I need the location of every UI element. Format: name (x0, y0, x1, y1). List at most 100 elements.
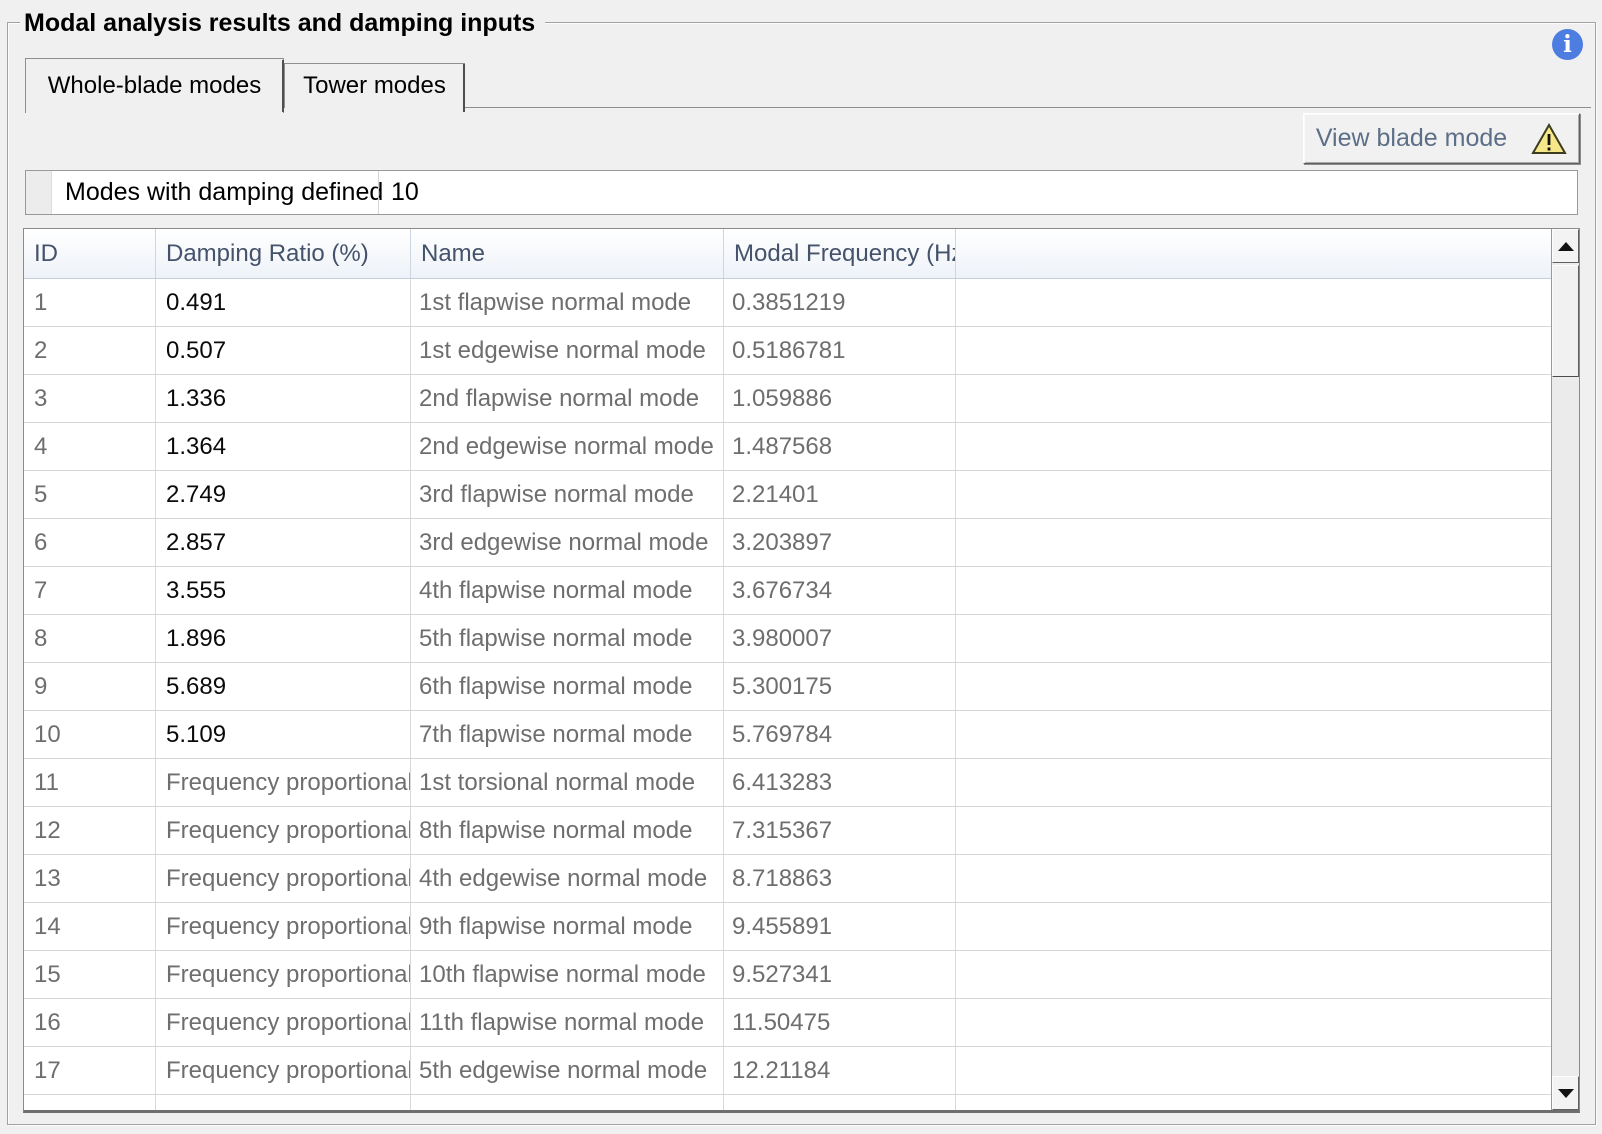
cell-name[interactable]: 8th flapwise normal mode (411, 807, 724, 854)
table-row[interactable]: 9 5.689 6th flapwise normal mode 5.30017… (24, 663, 1551, 711)
cell-damping-ratio[interactable]: 0.507 (156, 327, 411, 374)
cell-name[interactable]: 2nd flapwise normal mode (411, 375, 724, 422)
modal-analysis-panel: { "colors": { "info_blue": "#4d7de0", "w… (0, 0, 1602, 1134)
cell-id: 6 (24, 519, 156, 566)
cell-name[interactable]: 6th flapwise normal mode (411, 663, 724, 710)
cell-name[interactable]: 3rd flapwise normal mode (411, 471, 724, 518)
cell-name[interactable]: 5th flapwise normal mode (411, 615, 724, 662)
column-header-damping[interactable]: Damping Ratio (%) (156, 229, 411, 278)
cell-empty (956, 807, 1551, 854)
cell-damping-ratio[interactable]: 5.689 (156, 663, 411, 710)
cell-modal-frequency: 12.21184 (724, 1047, 956, 1094)
cell-name[interactable]: 1st flapwise normal mode (411, 279, 724, 326)
cell-damping-ratio[interactable]: Frequency proportional (156, 951, 411, 998)
column-header-empty (956, 229, 1551, 278)
cell-empty (956, 663, 1551, 710)
table-row[interactable]: 6 2.857 3rd edgewise normal mode 3.20389… (24, 519, 1551, 567)
cell-modal-frequency: 0.5186781 (724, 327, 956, 374)
cell-name[interactable]: 9th flapwise normal mode (411, 903, 724, 950)
cell-name[interactable]: 4th flapwise normal mode (411, 567, 724, 614)
table-row[interactable]: 3 1.336 2nd flapwise normal mode 1.05988… (24, 375, 1551, 423)
cell-id: 12 (24, 807, 156, 854)
cell-damping-ratio[interactable]: Frequency proportional (156, 1047, 411, 1094)
table-row[interactable]: 7 3.555 4th flapwise normal mode 3.67673… (24, 567, 1551, 615)
vertical-scrollbar[interactable] (1551, 229, 1579, 1110)
table-row[interactable]: 13 Frequency proportional 4th edgewise n… (24, 855, 1551, 903)
cell-damping-ratio[interactable]: Frequency proportional (156, 807, 411, 854)
cell-damping-ratio[interactable]: Frequency proportional (156, 903, 411, 950)
table-row[interactable]: 12 Frequency proportional 8th flapwise n… (24, 807, 1551, 855)
cell-name[interactable]: 1st torsional normal mode (411, 759, 724, 806)
column-header-name[interactable]: Name (411, 229, 724, 278)
row-selector-cell[interactable] (26, 171, 52, 214)
cell-name[interactable] (411, 1095, 724, 1113)
cell-modal-frequency: 7.315367 (724, 807, 956, 854)
cell-empty (956, 375, 1551, 422)
table-row[interactable]: 1 0.491 1st flapwise normal mode 0.38512… (24, 279, 1551, 327)
cell-damping-ratio[interactable]: 3.555 (156, 567, 411, 614)
cell-name[interactable]: 10th flapwise normal mode (411, 951, 724, 998)
table-row[interactable] (24, 1095, 1551, 1113)
cell-modal-frequency: 8.718863 (724, 855, 956, 902)
cell-name[interactable]: 1st edgewise normal mode (411, 327, 724, 374)
info-icon-glyph: i (1563, 33, 1572, 56)
table-row[interactable]: 5 2.749 3rd flapwise normal mode 2.21401 (24, 471, 1551, 519)
cell-damping-ratio[interactable]: Frequency proportional (156, 855, 411, 902)
cell-name[interactable]: 4th edgewise normal mode (411, 855, 724, 902)
cell-damping-ratio[interactable]: Frequency proportional (156, 759, 411, 806)
cell-empty (956, 903, 1551, 950)
table-row[interactable]: 15 Frequency proportional 10th flapwise … (24, 951, 1551, 999)
cell-modal-frequency: 2.21401 (724, 471, 956, 518)
tab-tower-modes[interactable]: Tower modes (284, 63, 465, 108)
scroll-down-icon (1558, 1089, 1574, 1098)
table-row[interactable]: 2 0.507 1st edgewise normal mode 0.51867… (24, 327, 1551, 375)
cell-modal-frequency: 3.980007 (724, 615, 956, 662)
info-icon[interactable]: i (1552, 29, 1583, 60)
cell-damping-ratio[interactable]: 2.749 (156, 471, 411, 518)
table-row[interactable]: 14 Frequency proportional 9th flapwise n… (24, 903, 1551, 951)
tab-whole-blade-modes[interactable]: Whole-blade modes (25, 58, 284, 113)
table-row[interactable]: 4 1.364 2nd edgewise normal mode 1.48756… (24, 423, 1551, 471)
cell-damping-ratio[interactable]: 0.491 (156, 279, 411, 326)
scroll-up-icon (1558, 242, 1574, 251)
cell-id: 16 (24, 999, 156, 1046)
table-row[interactable]: 10 5.109 7th flapwise normal mode 5.7697… (24, 711, 1551, 759)
modes-with-damping-input[interactable]: 10 (391, 171, 419, 214)
cell-name[interactable]: 7th flapwise normal mode (411, 711, 724, 758)
cell-empty (956, 1047, 1551, 1094)
cell-damping-ratio[interactable]: 2.857 (156, 519, 411, 566)
cell-name[interactable]: 3rd edgewise normal mode (411, 519, 724, 566)
column-header-frequency[interactable]: Modal Frequency (Hz) (724, 229, 956, 278)
table-row[interactable]: 8 1.896 5th flapwise normal mode 3.98000… (24, 615, 1551, 663)
cell-name[interactable]: 5th edgewise normal mode (411, 1047, 724, 1094)
warning-icon (1531, 123, 1567, 155)
cell-empty (956, 855, 1551, 902)
table-row[interactable]: 16 Frequency proportional 11th flapwise … (24, 999, 1551, 1047)
view-blade-mode-button[interactable]: View blade mode (1303, 113, 1580, 164)
cell-id (24, 1095, 156, 1113)
cell-damping-ratio[interactable]: 5.109 (156, 711, 411, 758)
cell-empty (956, 711, 1551, 758)
scroll-down-button[interactable] (1552, 1076, 1579, 1110)
cell-modal-frequency (724, 1095, 956, 1113)
cell-damping-ratio[interactable]: 1.896 (156, 615, 411, 662)
cell-id: 15 (24, 951, 156, 998)
field-divider (378, 171, 379, 214)
cell-id: 2 (24, 327, 156, 374)
modes-table: ID Damping Ratio (%) Name Modal Frequenc… (23, 228, 1580, 1113)
scroll-up-button[interactable] (1552, 229, 1579, 263)
column-header-id[interactable]: ID (24, 229, 156, 278)
cell-damping-ratio[interactable] (156, 1095, 411, 1113)
cell-damping-ratio[interactable]: 1.336 (156, 375, 411, 422)
table-row[interactable]: 17 Frequency proportional 5th edgewise n… (24, 1047, 1551, 1095)
cell-empty (956, 423, 1551, 470)
table-row[interactable]: 11 Frequency proportional 1st torsional … (24, 759, 1551, 807)
cell-name[interactable]: 2nd edgewise normal mode (411, 423, 724, 470)
cell-damping-ratio[interactable]: 1.364 (156, 423, 411, 470)
cell-id: 13 (24, 855, 156, 902)
cell-name[interactable]: 11th flapwise normal mode (411, 999, 724, 1046)
cell-empty (956, 615, 1551, 662)
scrollbar-thumb[interactable] (1552, 265, 1579, 377)
cell-damping-ratio[interactable]: Frequency proportional (156, 999, 411, 1046)
tab-divider (282, 60, 284, 112)
